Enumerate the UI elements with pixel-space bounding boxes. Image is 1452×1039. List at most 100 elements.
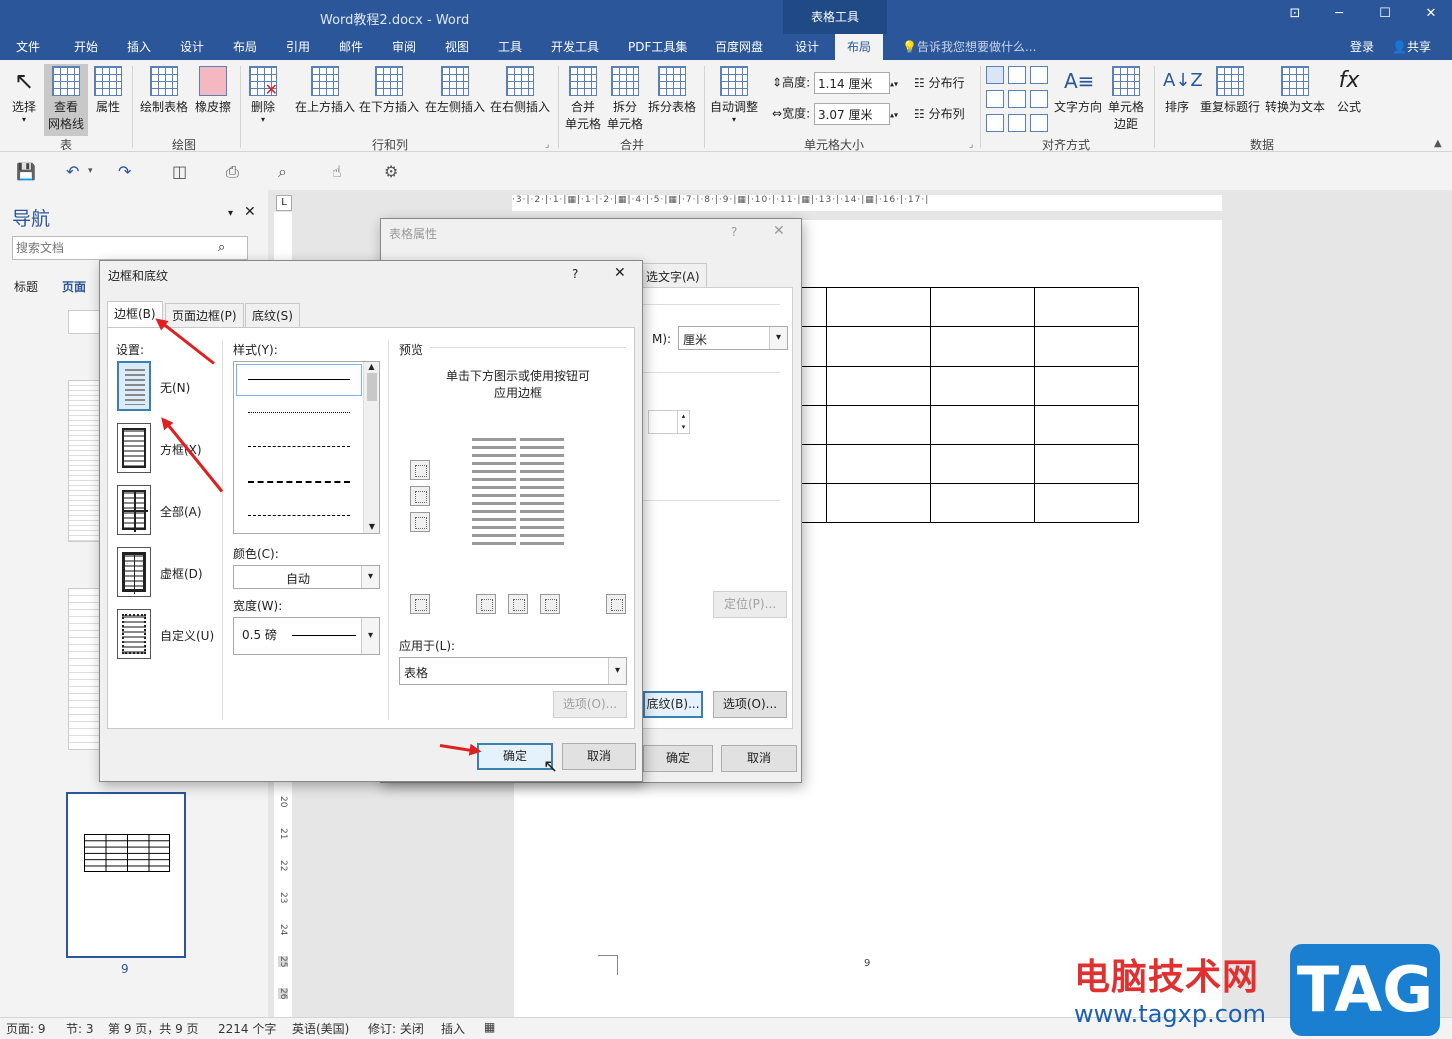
tab-pdf-tools[interactable]: PDF工具集 <box>628 38 687 55</box>
print-icon[interactable]: ⎙ <box>226 162 239 182</box>
align-top-left-icon[interactable] <box>986 66 1004 84</box>
setting-all-label[interactable]: 全部(A) <box>160 503 202 520</box>
style-dotted[interactable] <box>248 412 350 413</box>
horizontal-ruler[interactable]: ·3·|·2·|·1·|▦|·1·|·2·|▦|·4·|·5·|▦|·7·|·8… <box>512 195 1222 211</box>
search-input[interactable] <box>12 236 248 260</box>
tab-developer[interactable]: 开发工具 <box>551 38 599 55</box>
macro-icon[interactable]: ▦ <box>484 1020 495 1034</box>
minimize-icon[interactable]: ─ <box>1324 6 1354 28</box>
tell-me-box[interactable]: 💡告诉我您想要做什么... <box>902 38 1036 55</box>
tab-tools[interactable]: 工具 <box>498 38 522 55</box>
status-language[interactable]: 英语(美国) <box>292 1020 349 1037</box>
select-button[interactable]: ↖ 选择 ▾ <box>8 66 40 124</box>
tab-alt-text[interactable]: 选文字(A) <box>639 263 707 287</box>
diag-down-border-icon[interactable] <box>606 594 626 614</box>
close-icon[interactable]: ✕ <box>1416 6 1446 28</box>
text-direction-button[interactable]: A≡ 文字方向 <box>1052 66 1104 115</box>
draw-table-button[interactable]: 绘制表格 <box>138 66 190 115</box>
cancel-button[interactable]: 取消 <box>562 743 636 770</box>
align-top-right-icon[interactable] <box>1030 66 1048 84</box>
page-thumbnail-current[interactable] <box>66 792 186 958</box>
setting-grid-label[interactable]: 虚框(D) <box>160 565 203 582</box>
tab-table-design[interactable]: 设计 <box>795 38 819 55</box>
options-button[interactable]: 选项(O)... <box>553 691 627 718</box>
setting-box-icon[interactable] <box>117 423 151 473</box>
align-middle-left-icon[interactable] <box>986 90 1004 108</box>
tab-mailings[interactable]: 邮件 <box>339 38 363 55</box>
style-dashed[interactable] <box>248 481 350 483</box>
maximize-icon[interactable]: ☐ <box>1370 6 1400 28</box>
setting-none-label[interactable]: 无(N) <box>160 379 190 396</box>
color-select[interactable]: 自动 ▾ <box>233 565 380 589</box>
ok-button[interactable]: 确定 <box>477 743 553 770</box>
insert-right-button[interactable]: 在右侧插入 <box>489 66 551 115</box>
redo-icon[interactable]: ↷ <box>118 162 131 181</box>
tab-shading[interactable]: 底纹(S) <box>245 303 300 327</box>
repeat-header-button[interactable]: 重复标题行 <box>1198 66 1262 115</box>
formula-button[interactable]: fx 公式 <box>1332 66 1366 115</box>
tab-pages[interactable]: 页面 <box>62 278 86 295</box>
options-button[interactable]: 选项(O)... <box>713 691 787 718</box>
status-words[interactable]: 2214 个字 <box>218 1020 276 1037</box>
status-page[interactable]: 页面: 9 <box>6 1020 46 1037</box>
close-icon[interactable]: ✕ <box>773 223 785 239</box>
bottom-border-icon[interactable] <box>410 512 430 532</box>
close-icon[interactable]: ✕ <box>244 204 256 220</box>
inside-h-border-icon[interactable] <box>410 486 430 506</box>
save-icon[interactable]: 💾 <box>16 162 36 181</box>
setting-all-icon[interactable] <box>117 485 151 535</box>
align-middle-center-icon[interactable] <box>1008 90 1026 108</box>
scrollbar[interactable]: ▲ ▼ <box>363 362 379 533</box>
setting-custom-icon[interactable] <box>117 609 151 659</box>
tab-baidu-pan[interactable]: 百度网盘 <box>715 38 763 55</box>
autofit-button[interactable]: 自动调整 ▾ <box>708 66 760 124</box>
status-page-of[interactable]: 第 9 页，共 9 页 <box>108 1020 199 1037</box>
status-section[interactable]: 节: 3 <box>66 1020 94 1037</box>
dialog-launcher-icon[interactable]: ⌟ <box>969 140 973 150</box>
align-top-center-icon[interactable] <box>1008 66 1026 84</box>
tab-view[interactable]: 视图 <box>445 38 469 55</box>
distribute-rows-button[interactable]: ☷ 分布行 <box>914 74 965 91</box>
left-border-icon[interactable] <box>476 594 496 614</box>
diag-up-border-icon[interactable] <box>410 594 430 614</box>
style-dash-dot[interactable] <box>248 515 350 516</box>
status-insert[interactable]: 插入 <box>441 1020 465 1037</box>
align-bottom-left-icon[interactable] <box>986 114 1004 132</box>
spinner-icon[interactable]: ▴▾ <box>890 111 898 120</box>
style-dashed-small[interactable] <box>248 446 350 447</box>
chevron-down-icon[interactable]: ▾ <box>228 208 233 219</box>
split-cells-button[interactable]: 拆分 单元格 <box>606 66 644 132</box>
properties-button[interactable]: 属性 <box>92 66 124 115</box>
cell-margins-button[interactable]: 单元格 边距 <box>1106 66 1146 132</box>
close-icon[interactable]: ✕ <box>614 265 626 281</box>
help-icon[interactable]: ? <box>731 225 737 239</box>
insert-below-button[interactable]: 在下方插入 <box>358 66 420 115</box>
distribute-cols-button[interactable]: ☷ 分布列 <box>914 105 965 122</box>
top-border-icon[interactable] <box>410 460 430 480</box>
setting-none-icon[interactable] <box>117 361 151 411</box>
ribbon-display-icon[interactable]: ⊡ <box>1280 6 1310 28</box>
width-select[interactable]: 0.5 磅 ▾ <box>233 617 380 655</box>
tab-layout[interactable]: 布局 <box>233 38 257 55</box>
dialog-launcher-icon[interactable]: ⌟ <box>545 140 549 150</box>
right-border-icon[interactable] <box>540 594 560 614</box>
style-item-selected[interactable] <box>236 364 362 396</box>
style-solid[interactable] <box>248 379 350 380</box>
tab-selector[interactable]: L <box>276 195 292 211</box>
touch-mode-icon[interactable]: ☝ <box>332 162 342 181</box>
delete-button[interactable]: ✕ 删除 ▾ <box>246 66 280 124</box>
spin-input[interactable]: ▴ ▾ <box>648 410 690 434</box>
eraser-button[interactable]: 橡皮擦 <box>192 66 234 115</box>
undo-icon[interactable]: ↶ <box>66 162 79 181</box>
tab-file[interactable]: 文件 <box>16 38 40 55</box>
spinner-icon[interactable]: ▴▾ <box>890 80 898 89</box>
tab-review[interactable]: 审阅 <box>392 38 416 55</box>
inside-v-border-icon[interactable] <box>508 594 528 614</box>
setting-grid-icon[interactable] <box>117 547 151 597</box>
style-list[interactable]: ▲ ▼ <box>233 361 380 534</box>
width-input[interactable]: 3.07 厘米 <box>813 103 890 125</box>
borders-shading-button[interactable]: 底纹(B)... <box>643 691 703 718</box>
split-table-button[interactable]: 拆分表格 <box>647 66 697 115</box>
tab-insert[interactable]: 插入 <box>127 38 151 55</box>
scroll-up-icon[interactable]: ▲ <box>364 362 379 371</box>
